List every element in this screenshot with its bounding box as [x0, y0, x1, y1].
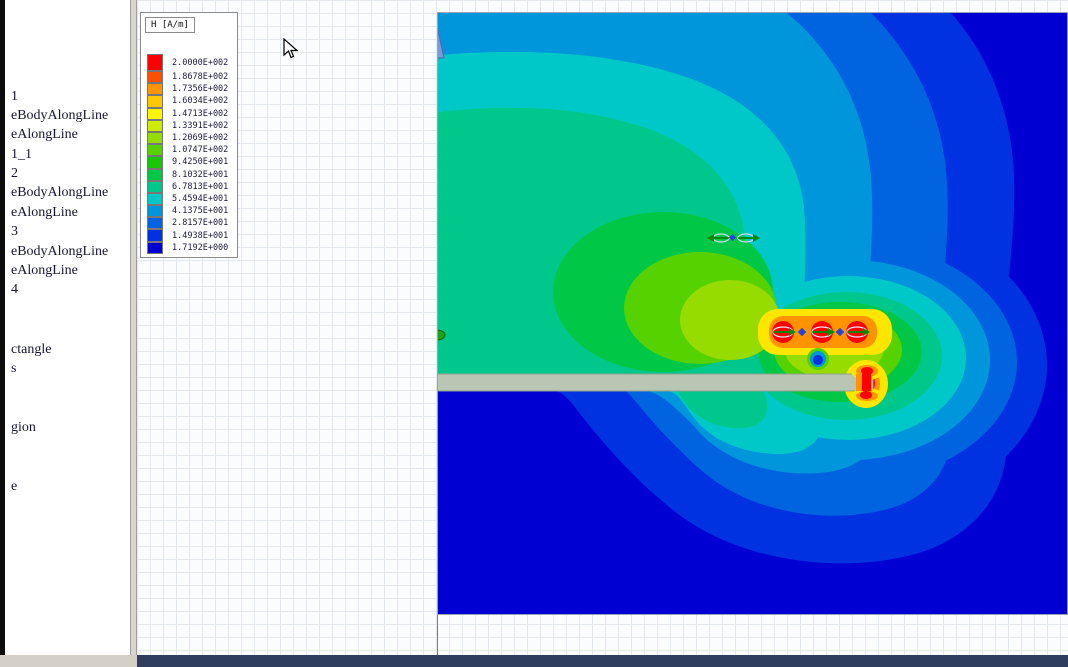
legend-row: 2.8157E+001 — [147, 217, 235, 230]
mouse-cursor-icon — [283, 38, 299, 59]
plate-geometry[interactable] — [437, 373, 874, 392]
legend-value: 4.1375E+001 — [172, 206, 229, 217]
status-bar — [137, 655, 1068, 667]
legend-swatch — [147, 144, 163, 157]
tree-item[interactable]: eBodyAlongLine — [11, 184, 108, 201]
legend-title: H [A/m] — [145, 17, 195, 33]
legend-rows: 2.0000E+002 1.8678E+002 1.7356E+002 1.6034E… — [147, 54, 235, 254]
legend-value: 6.7813E+001 — [172, 181, 229, 192]
modeler-canvas[interactable] — [137, 0, 1068, 667]
field-plot-canvas[interactable] — [437, 12, 1068, 615]
color-legend[interactable]: H [A/m] 2.0000E+002 1.8678E+002 1.7356E+00… — [140, 12, 238, 258]
legend-swatch — [147, 241, 163, 254]
legend-row: 1.2069E+002 — [147, 131, 235, 145]
project-tree-panel[interactable]: 1 eBodyAlongLine eAlongLine 1_1 2 eBodyA… — [5, 0, 130, 667]
legend-swatch — [147, 156, 163, 169]
legend-swatch — [147, 83, 163, 96]
legend-value: 5.4594E+001 — [172, 193, 229, 204]
legend-swatch — [147, 192, 163, 206]
tree-item[interactable]: eAlongLine — [11, 262, 78, 279]
legend-value: 1.4713E+002 — [172, 108, 229, 119]
legend-row: 1.7192E+000 — [147, 241, 235, 254]
legend-swatch — [147, 217, 163, 230]
tree-item[interactable]: eAlongLine — [11, 126, 78, 143]
legend-row: 1.8678E+002 — [147, 71, 235, 84]
tree-item[interactable]: 1_1 — [11, 146, 32, 163]
legend-value: 1.3391E+002 — [172, 120, 229, 131]
legend-row: 1.3391E+002 — [147, 119, 235, 132]
legend-row: 5.4594E+001 — [147, 192, 235, 206]
legend-row: 2.0000E+002 — [147, 54, 235, 71]
legend-swatch — [147, 107, 163, 120]
tree-item[interactable]: s — [11, 360, 16, 377]
axis-tick-line — [437, 615, 438, 655]
legend-swatch — [147, 119, 163, 132]
legend-swatch — [147, 205, 163, 218]
legend-swatch — [147, 71, 163, 84]
tree-item[interactable]: eBodyAlongLine — [11, 243, 108, 260]
tree-item[interactable]: ctangle — [11, 341, 51, 358]
tree-item[interactable]: 3 — [11, 223, 18, 240]
legend-value: 8.1032E+001 — [172, 169, 229, 180]
legend-row: 1.7356E+002 — [147, 83, 235, 96]
legend-row: 4.1375E+001 — [147, 205, 235, 218]
legend-value: 1.6034E+002 — [172, 96, 229, 107]
tree-item[interactable]: 2 — [11, 165, 18, 182]
legend-value: 9.4250E+001 — [172, 157, 229, 168]
legend-value: 1.7356E+002 — [172, 84, 229, 95]
bottom-left-filler — [0, 655, 137, 667]
legend-value: 1.4938E+001 — [172, 230, 229, 241]
legend-value: 2.0000E+002 — [172, 57, 229, 68]
legend-row: 1.4938E+001 — [147, 229, 235, 242]
field-null-spot — [807, 348, 829, 370]
legend-value: 1.8678E+002 — [172, 72, 229, 83]
legend-swatch — [147, 180, 163, 193]
legend-row: 9.4250E+001 — [147, 156, 235, 169]
tree-item[interactable]: eBodyAlongLine — [11, 107, 108, 124]
legend-swatch — [147, 95, 163, 108]
legend-swatch — [147, 168, 163, 181]
legend-swatch — [147, 229, 163, 242]
panel-splitter[interactable] — [130, 0, 137, 667]
legend-value: 2.8157E+001 — [172, 218, 229, 229]
tree-item[interactable]: gion — [11, 419, 36, 436]
tree-item[interactable]: e — [11, 478, 17, 495]
legend-row: 6.7813E+001 — [147, 180, 235, 193]
legend-swatch — [147, 131, 163, 145]
tree-item[interactable]: 4 — [11, 281, 18, 298]
tree-item[interactable]: 1 — [11, 88, 18, 105]
legend-row: 1.4713E+002 — [147, 107, 235, 120]
legend-row: 1.6034E+002 — [147, 95, 235, 108]
legend-value: 1.2069E+002 — [172, 133, 229, 144]
legend-row: 8.1032E+001 — [147, 168, 235, 181]
legend-swatch — [147, 54, 163, 71]
legend-value: 1.7192E+000 — [172, 242, 229, 253]
tree-item[interactable]: eAlongLine — [11, 204, 78, 221]
legend-row: 1.0747E+002 — [147, 144, 235, 157]
legend-value: 1.0747E+002 — [172, 145, 229, 156]
